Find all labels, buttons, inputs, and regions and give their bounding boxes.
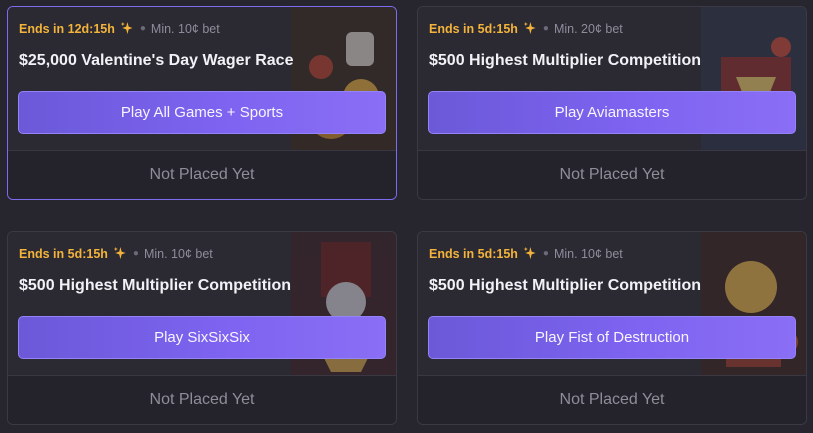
competition-title: $500 Highest Multiplier Competition <box>429 52 702 69</box>
card-header: Ends in 5d:15h ● Min. 10¢ bet $500 Highe… <box>418 232 806 375</box>
ends-countdown: Ends in 5d:15h <box>19 246 108 261</box>
min-bet-label: Min. 10¢ bet <box>150 21 220 36</box>
ends-countdown: Ends in 12d:15h <box>19 21 115 36</box>
card-header: Ends in 12d:15h ● Min. 10¢ bet $25,000 V… <box>8 7 396 150</box>
dot-separator: ● <box>542 248 549 259</box>
competition-card[interactable]: Ends in 5d:15h ● Min. 20¢ bet $500 Highe… <box>417 6 807 200</box>
ends-countdown: Ends in 5d:15h <box>429 246 518 261</box>
dot-separator: ● <box>132 248 139 259</box>
competition-card[interactable]: Ends in 5d:15h ● Min. 10¢ bet $500 Highe… <box>417 231 807 425</box>
placement-status: Not Placed Yet <box>8 375 396 424</box>
competition-title: $25,000 Valentine's Day Wager Race <box>19 52 294 69</box>
play-button[interactable]: Play Fist of Destruction <box>428 316 796 359</box>
sparkle-icon <box>523 247 536 260</box>
competition-grid: Ends in 12d:15h ● Min. 10¢ bet $25,000 V… <box>0 0 813 433</box>
card-header: Ends in 5d:15h ● Min. 20¢ bet $500 Highe… <box>418 7 806 150</box>
placement-status: Not Placed Yet <box>8 150 396 199</box>
min-bet-label: Min. 10¢ bet <box>143 246 213 261</box>
competition-title: $500 Highest Multiplier Competition <box>19 277 292 294</box>
sparkle-icon <box>523 22 536 35</box>
play-button[interactable]: Play All Games + Sports <box>18 91 386 134</box>
ends-countdown: Ends in 5d:15h <box>429 21 518 36</box>
play-button[interactable]: Play Aviamasters <box>428 91 796 134</box>
dot-separator: ● <box>542 23 549 34</box>
play-button[interactable]: Play SixSixSix <box>18 316 386 359</box>
competition-card[interactable]: Ends in 5d:15h ● Min. 10¢ bet $500 Highe… <box>7 231 397 425</box>
sparkle-icon <box>120 22 133 35</box>
card-header: Ends in 5d:15h ● Min. 10¢ bet $500 Highe… <box>8 232 396 375</box>
competition-title: $500 Highest Multiplier Competition <box>429 277 702 294</box>
dot-separator: ● <box>139 23 146 34</box>
placement-status: Not Placed Yet <box>418 375 806 424</box>
min-bet-label: Min. 10¢ bet <box>553 246 623 261</box>
min-bet-label: Min. 20¢ bet <box>553 21 623 36</box>
sparkle-icon <box>113 247 126 260</box>
competition-card[interactable]: Ends in 12d:15h ● Min. 10¢ bet $25,000 V… <box>7 6 397 200</box>
placement-status: Not Placed Yet <box>418 150 806 199</box>
